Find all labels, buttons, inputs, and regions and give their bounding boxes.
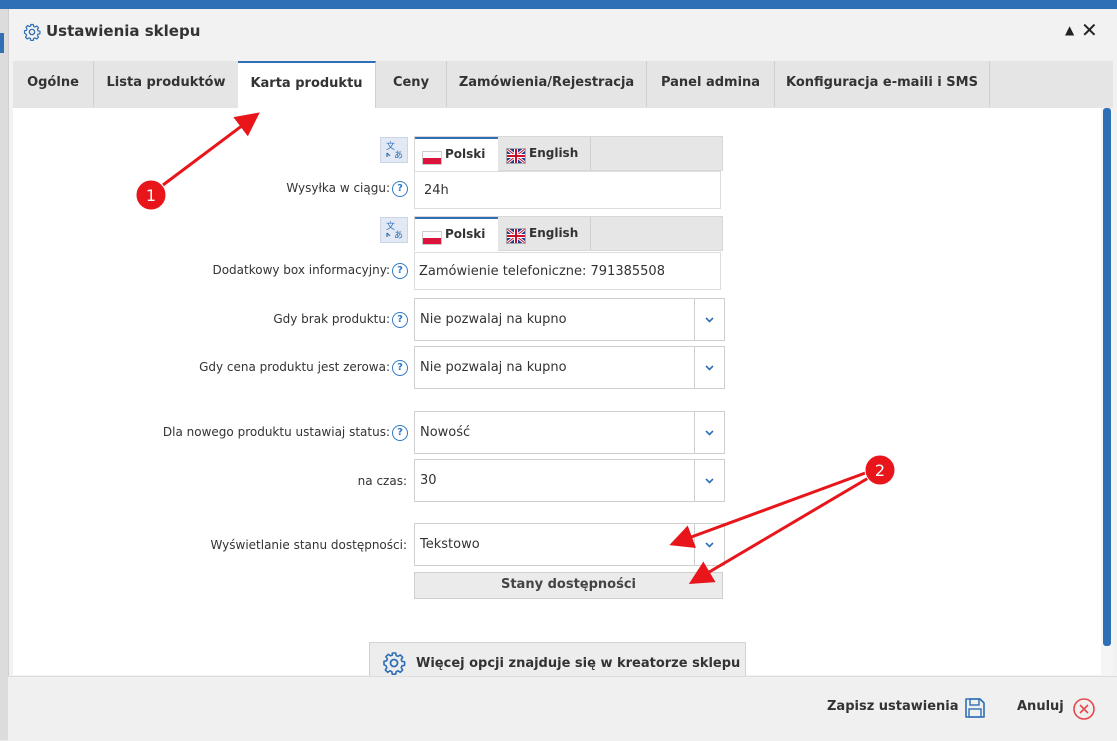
help-icon[interactable]: ? [392,181,408,197]
language-tabs-infobox: Polski English [414,216,723,252]
help-icon[interactable]: ? [392,360,408,376]
availability-display-label: Wyświetlanie stanu dostępności: [210,538,408,552]
tab-general[interactable]: Ogólne [13,61,94,107]
poland-flag-icon [422,151,442,165]
svg-text:あ: あ [394,150,403,161]
save-disk-icon[interactable] [963,696,987,720]
select-value: Tekstowo [420,537,480,552]
help-icon[interactable]: ? [392,263,408,279]
no-product-label: Gdy brak produktu: [273,312,390,326]
chevron-down-icon[interactable] [694,460,724,501]
translate-button[interactable]: 文 あ [380,137,408,163]
duration-label: na czas: [357,474,407,488]
settings-tabs: Ogólne Lista produktów Karta produktu Ce… [13,61,1113,109]
lang-tab-polish[interactable]: Polski [415,217,498,252]
collapse-icon[interactable]: ▲ [1065,23,1074,37]
tab-orders-registration[interactable]: Zamówienia/Rejestracja [447,61,647,107]
lang-tab-label: Polski [445,227,486,241]
background-app-icon [0,33,4,53]
shop-wizard-button[interactable]: Więcej opcji znajduje się w kreatorze sk… [369,642,746,678]
lang-tab-label: Polski [445,147,486,161]
select-value: Nie pozwalaj na kupno [420,312,567,327]
cancel-circle-icon[interactable] [1072,697,1096,721]
no-product-select[interactable]: Nie pozwalaj na kupno [414,298,725,341]
shipping-label: Wysyłka w ciągu: [286,181,390,195]
select-value: 30 [420,473,437,488]
duration-select[interactable]: 30 [414,459,725,502]
settings-gear-icon [23,23,41,41]
help-icon[interactable]: ? [392,312,408,328]
tab-admin-panel[interactable]: Panel admina [647,61,775,107]
gear-icon [383,652,406,675]
cancel-button[interactable]: Anuluj [1017,699,1064,714]
tab-email-sms-config[interactable]: Konfiguracja e-maili i SMS [775,61,990,107]
chevron-down-icon[interactable] [694,347,724,388]
chevron-down-icon[interactable] [694,524,724,565]
tab-product-list[interactable]: Lista produktów [94,61,239,107]
help-icon[interactable]: ? [392,425,408,441]
dialog-footer: Zapisz ustawienia Anuluj [8,676,1117,741]
lang-tab-english[interactable]: English [499,217,591,250]
availability-states-button[interactable]: Stany dostępności [414,572,723,599]
select-value: Nie pozwalaj na kupno [420,360,567,375]
lang-tab-english[interactable]: English [499,137,591,170]
translate-button[interactable]: 文 あ [380,217,408,243]
language-tabs-shipping: Polski English [414,136,723,172]
new-status-label: Dla nowego produktu ustawiaj status: [162,425,390,439]
save-settings-button[interactable]: Zapisz ustawienia [827,699,959,714]
translate-icon: 文 あ [386,140,403,161]
background-app-topbar [0,0,1117,9]
zero-price-select[interactable]: Nie pozwalaj na kupno [414,346,725,389]
tab-prices[interactable]: Ceny [376,61,447,107]
close-icon[interactable]: ✕ [1081,18,1098,42]
infobox-label: Dodatkowy box informacyjny: [212,263,390,277]
availability-display-select[interactable]: Tekstowo [414,523,725,566]
uk-flag-icon [506,148,526,164]
poland-flag-icon [422,231,442,245]
info-box-input[interactable]: Zamówienie telefoniczne: 791385508 [414,252,721,290]
lang-tab-label: English [529,226,579,240]
lang-tab-polish[interactable]: Polski [415,137,498,172]
dialog-title: Ustawienia sklepu [46,22,201,40]
svg-text:あ: あ [394,230,403,241]
select-value: Nowość [420,425,471,440]
new-status-select[interactable]: Nowość [414,411,725,454]
zero-price-label: Gdy cena produktu jest zerowa: [199,360,390,374]
dialog-titlebar: Ustawienia sklepu ▲ ✕ [9,9,1117,57]
lang-tab-label: English [529,146,579,160]
chevron-down-icon[interactable] [694,299,724,340]
scrollbar-thumb[interactable] [1103,108,1111,646]
translate-icon: 文 あ [386,220,403,241]
uk-flag-icon [506,228,526,244]
tab-divider [590,137,591,170]
chevron-down-icon[interactable] [694,412,724,453]
shipping-time-input[interactable]: 24h [414,171,721,209]
tab-divider [590,217,591,250]
tab-product-card[interactable]: Karta produktu [238,61,376,109]
